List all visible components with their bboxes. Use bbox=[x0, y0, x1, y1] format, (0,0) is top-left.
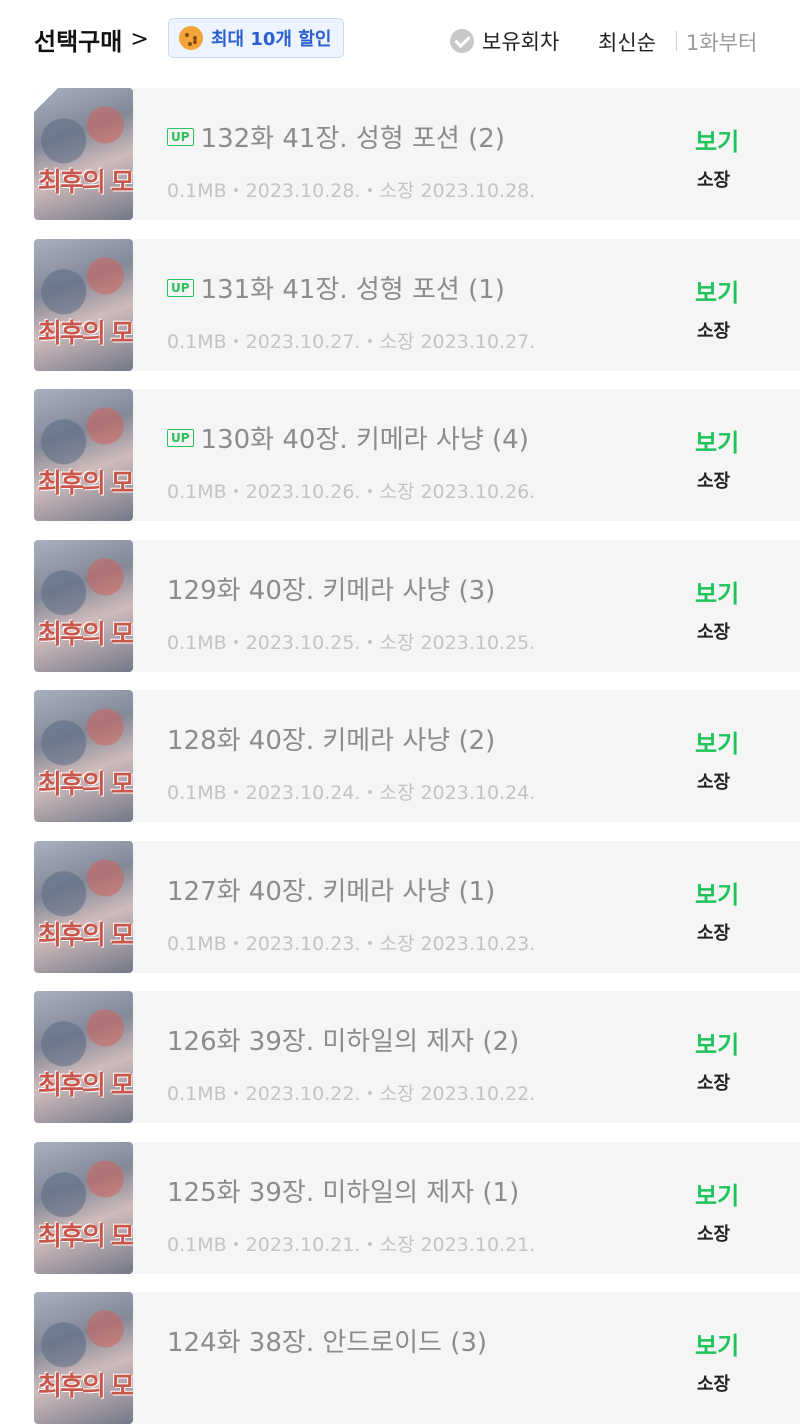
thumbnail-title-logo: 최후의 모험가 bbox=[38, 469, 133, 499]
episode-info: 129화 40장. 키메라 사냥 (3) 0.1MB・2023.10.25.・소… bbox=[133, 540, 800, 672]
episode-title-text: 125화 39장. 미하일의 제자 (1) bbox=[167, 1178, 520, 1208]
episode-title-text: 126화 39장. 미하일의 제자 (2) bbox=[167, 1027, 520, 1057]
episode-title: UP 130화 40장. 키메라 사냥 (4) bbox=[167, 419, 529, 456]
episode-row[interactable]: 최후의 모험가 126화 39장. 미하일의 제자 (2) 0.1MB・2023… bbox=[34, 989, 800, 1123]
episode-thumbnail: 최후의 모험가 bbox=[34, 239, 133, 371]
discount-badge[interactable]: 최대 10개 할인 bbox=[168, 18, 345, 58]
episode-info: 127화 40장. 키메라 사냥 (1) 0.1MB・2023.10.23.・소… bbox=[133, 841, 800, 973]
view-button[interactable]: 보기 bbox=[695, 122, 739, 157]
view-button[interactable]: 보기 bbox=[695, 1176, 739, 1211]
cookie-icon bbox=[179, 26, 203, 50]
chevron-right-icon: > bbox=[130, 27, 149, 52]
episode-info: 125화 39장. 미하일의 제자 (1) 0.1MB・2023.10.21.・… bbox=[133, 1142, 800, 1274]
episode-thumbnail: 최후의 모험가 bbox=[34, 991, 133, 1123]
view-button[interactable]: 보기 bbox=[695, 423, 739, 458]
episode-info: 124화 38장. 안드로이드 (3) 보기 소장 bbox=[133, 1292, 800, 1424]
episode-title: 128화 40장. 키메라 사냥 (2) bbox=[167, 720, 495, 757]
episode-thumbnail: 최후의 모험가 bbox=[34, 690, 133, 822]
thumbnail-title-logo: 최후의 모험가 bbox=[38, 770, 133, 800]
episode-meta: 0.1MB・2023.10.28.・소장 2023.10.28. bbox=[167, 180, 536, 202]
episode-row[interactable]: 최후의 모험가 128화 40장. 키메라 사냥 (2) 0.1MB・2023.… bbox=[34, 688, 800, 822]
page-corner-fold bbox=[34, 88, 58, 112]
episode-row[interactable]: 최후의 모험가 UP 132화 41장. 성형 포션 (2) 0.1MB・202… bbox=[34, 86, 800, 220]
episode-title-text: 132화 41장. 성형 포션 (2) bbox=[200, 124, 505, 154]
discount-label: 최대 10개 할인 bbox=[211, 29, 332, 50]
episode-title-text: 129화 40장. 키메라 사냥 (3) bbox=[167, 576, 496, 606]
up-badge: UP bbox=[167, 278, 194, 297]
episode-thumbnail: 최후의 모험가 bbox=[34, 1142, 133, 1274]
episode-title: UP 131화 41장. 성형 포션 (1) bbox=[167, 269, 505, 306]
episode-title-text: 124화 38장. 안드로이드 (3) bbox=[167, 1328, 488, 1358]
view-button[interactable]: 보기 bbox=[695, 875, 739, 910]
episode-title-text: 127화 40장. 키메라 사냥 (1) bbox=[167, 877, 496, 907]
episode-meta: 0.1MB・2023.10.24.・소장 2023.10.24. bbox=[167, 782, 536, 804]
owned-status: 소장 bbox=[697, 321, 731, 342]
episode-meta: 0.1MB・2023.10.27.・소장 2023.10.27. bbox=[167, 331, 536, 353]
episode-title: UP 132화 41장. 성형 포션 (2) bbox=[167, 118, 505, 155]
episode-row[interactable]: 최후의 모험가 124화 38장. 안드로이드 (3) 보기 소장 bbox=[34, 1290, 800, 1424]
check-circle-icon bbox=[450, 29, 474, 53]
episode-title-text: 128화 40장. 키메라 사냥 (2) bbox=[167, 726, 496, 756]
owned-status: 소장 bbox=[697, 622, 731, 643]
episode-row[interactable]: 최후의 모험가 127화 40장. 키메라 사냥 (1) 0.1MB・2023.… bbox=[34, 839, 800, 973]
thumbnail-title-logo: 최후의 모험가 bbox=[38, 1372, 133, 1402]
thumbnail-title-logo: 최후의 모험가 bbox=[38, 319, 133, 349]
episode-row[interactable]: 최후의 모험가 UP 130화 40장. 키메라 사냥 (4) 0.1MB・20… bbox=[34, 387, 800, 521]
select-purchase-button[interactable]: 선택구매 > bbox=[34, 22, 149, 57]
owned-status: 소장 bbox=[697, 471, 731, 492]
owned-episodes-label: 보유회차 bbox=[482, 30, 560, 54]
view-button[interactable]: 보기 bbox=[695, 574, 739, 609]
episode-meta: 0.1MB・2023.10.25.・소장 2023.10.25. bbox=[167, 632, 536, 654]
episode-title: 129화 40장. 키메라 사냥 (3) bbox=[167, 570, 495, 607]
episode-title-text: 131화 41장. 성형 포션 (1) bbox=[200, 275, 505, 305]
sort-latest-button[interactable]: 최신순 bbox=[598, 27, 656, 57]
thumbnail-title-logo: 최후의 모험가 bbox=[38, 921, 133, 951]
episode-title: 127화 40장. 키메라 사냥 (1) bbox=[167, 871, 495, 908]
up-badge: UP bbox=[167, 428, 194, 447]
episode-title: 126화 39장. 미하일의 제자 (2) bbox=[167, 1021, 519, 1058]
thumbnail-title-logo: 최후의 모험가 bbox=[38, 168, 133, 198]
episode-thumbnail: 최후의 모험가 bbox=[34, 88, 133, 220]
episode-info: UP 132화 41장. 성형 포션 (2) 0.1MB・2023.10.28.… bbox=[133, 88, 800, 220]
sort-first-button[interactable]: 1화부터 bbox=[686, 27, 757, 57]
episode-thumbnail: 최후의 모험가 bbox=[34, 389, 133, 521]
select-purchase-label: 선택구매 bbox=[34, 28, 123, 56]
owned-episodes-toggle[interactable]: 보유회차 bbox=[450, 26, 559, 56]
episode-meta: 0.1MB・2023.10.26.・소장 2023.10.26. bbox=[167, 481, 536, 503]
episode-row[interactable]: 최후의 모험가 125화 39장. 미하일의 제자 (1) 0.1MB・2023… bbox=[34, 1140, 800, 1274]
episode-thumbnail: 최후의 모험가 bbox=[34, 540, 133, 672]
episode-info: UP 130화 40장. 키메라 사냥 (4) 0.1MB・2023.10.26… bbox=[133, 389, 800, 521]
episode-meta: 0.1MB・2023.10.22.・소장 2023.10.22. bbox=[167, 1083, 536, 1105]
up-badge: UP bbox=[167, 127, 194, 146]
episode-row[interactable]: 최후의 모험가 129화 40장. 키메라 사냥 (3) 0.1MB・2023.… bbox=[34, 538, 800, 672]
episode-thumbnail: 최후의 모험가 bbox=[34, 841, 133, 973]
view-button[interactable]: 보기 bbox=[695, 273, 739, 308]
owned-status: 소장 bbox=[697, 1073, 731, 1094]
episode-title: 124화 38장. 안드로이드 (3) bbox=[167, 1322, 487, 1359]
view-button[interactable]: 보기 bbox=[695, 1326, 739, 1361]
view-button[interactable]: 보기 bbox=[695, 724, 739, 759]
thumbnail-title-logo: 최후의 모험가 bbox=[38, 620, 133, 650]
episode-info: 126화 39장. 미하일의 제자 (2) 0.1MB・2023.10.22.・… bbox=[133, 991, 800, 1123]
thumbnail-title-logo: 최후의 모험가 bbox=[38, 1222, 133, 1252]
episode-info: 128화 40장. 키메라 사냥 (2) 0.1MB・2023.10.24.・소… bbox=[133, 690, 800, 822]
view-button[interactable]: 보기 bbox=[695, 1025, 739, 1060]
episode-meta: 0.1MB・2023.10.21.・소장 2023.10.21. bbox=[167, 1234, 536, 1256]
episode-info: UP 131화 41장. 성형 포션 (1) 0.1MB・2023.10.27.… bbox=[133, 239, 800, 371]
owned-status: 소장 bbox=[697, 170, 731, 191]
episode-row[interactable]: 최후의 모험가 UP 131화 41장. 성형 포션 (1) 0.1MB・202… bbox=[34, 237, 800, 371]
episode-meta: 0.1MB・2023.10.23.・소장 2023.10.23. bbox=[167, 933, 536, 955]
owned-status: 소장 bbox=[697, 1224, 731, 1245]
episode-title-text: 130화 40장. 키메라 사냥 (4) bbox=[200, 425, 529, 455]
owned-status: 소장 bbox=[697, 1374, 731, 1395]
thumbnail-title-logo: 최후의 모험가 bbox=[38, 1071, 133, 1101]
sort-divider bbox=[676, 31, 677, 51]
episode-title: 125화 39장. 미하일의 제자 (1) bbox=[167, 1172, 519, 1209]
episode-thumbnail: 최후의 모험가 bbox=[34, 1292, 133, 1424]
owned-status: 소장 bbox=[697, 923, 731, 944]
list-header: 선택구매 > 최대 10개 할인 보유회차 최신순 1화부터 bbox=[0, 0, 800, 80]
owned-status: 소장 bbox=[697, 772, 731, 793]
